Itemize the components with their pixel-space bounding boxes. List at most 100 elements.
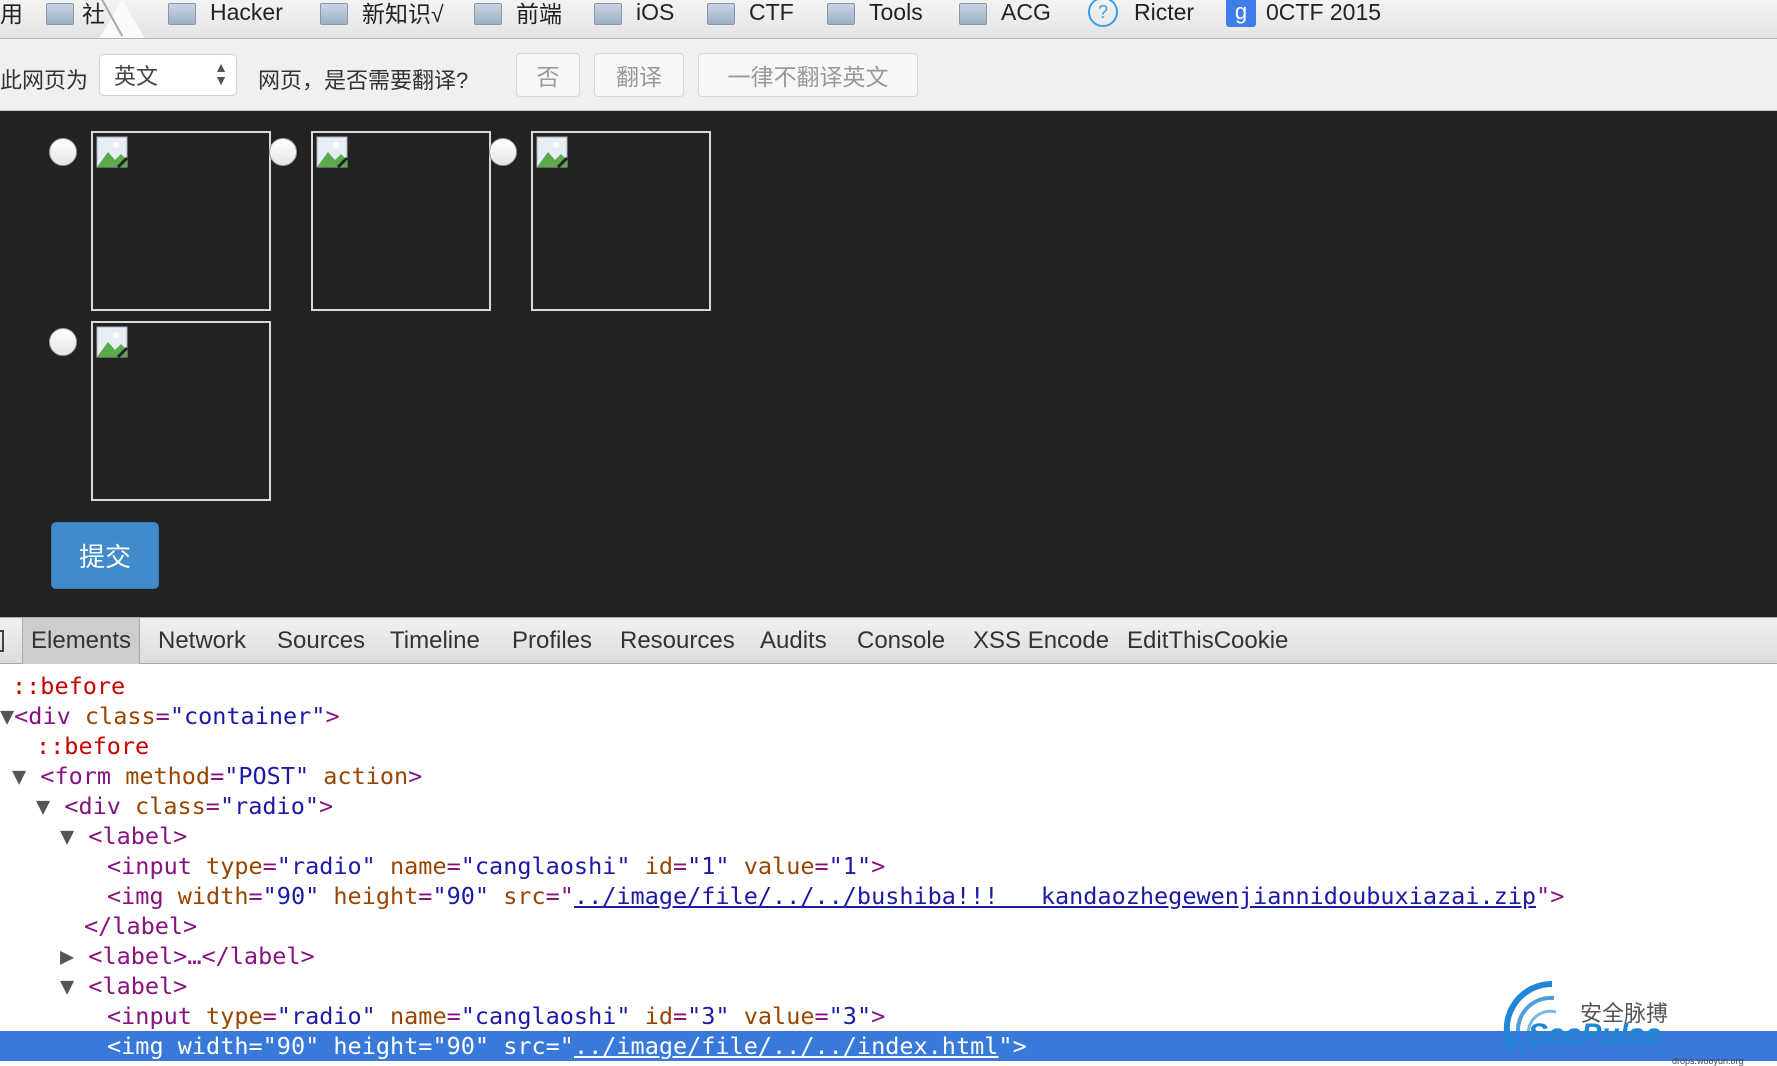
attr-value: "3"	[687, 1002, 730, 1030]
tag-open: <img	[107, 1032, 178, 1060]
tag-close: >	[319, 792, 334, 820]
tree-node-label-1[interactable]: ▼ <label>	[0, 821, 1777, 851]
attr-name: width	[177, 1032, 249, 1060]
expand-triangle-icon[interactable]: ▼	[60, 972, 88, 1000]
folder-icon	[825, 1, 855, 25]
tag-open: <form	[40, 762, 126, 790]
bookmark-tools[interactable]: Tools	[825, 0, 923, 25]
tag-open: <input	[107, 1002, 207, 1030]
translate-button[interactable]: 翻译	[594, 53, 684, 97]
attr-value: "90"	[432, 882, 490, 910]
tree-node-before-2[interactable]: ::before	[0, 731, 1777, 761]
attr-name: class	[135, 792, 206, 820]
attr-name: value	[743, 852, 815, 880]
submit-button[interactable]: 提交	[51, 522, 159, 589]
tree-node-label-2[interactable]: ▶ <label>…</label>	[0, 941, 1777, 971]
translate-prefix: 此网页为	[0, 68, 89, 93]
attr-value: "1"	[828, 852, 872, 880]
tab-xss-encode[interactable]: XSS Encode	[973, 618, 1109, 664]
folder-icon	[592, 1, 622, 25]
tab-resources[interactable]: Resources	[620, 618, 735, 664]
broken-image-icon	[316, 136, 348, 168]
image-option-4[interactable]	[91, 321, 271, 501]
bookmark-ricter[interactable]: ? Ricter	[1088, 0, 1195, 27]
attr-name: id	[644, 852, 673, 880]
language-select[interactable]: 英文 ▲ ▼	[99, 54, 237, 96]
attr-name: height	[333, 1032, 419, 1060]
tab-profiles[interactable]: Profiles	[512, 618, 592, 664]
attr-value: "canglaoshi"	[460, 1002, 631, 1030]
bookmark-ios[interactable]: iOS	[592, 0, 675, 25]
language-select-value: 英文	[114, 64, 159, 89]
bookmark-partial-left-label: 用	[0, 1, 23, 27]
bookmark-acg[interactable]: ACG	[957, 0, 1051, 25]
src-link[interactable]: ../image/file/../../bushiba!!! kandaozhe…	[574, 882, 1536, 910]
expand-triangle-icon[interactable]: ▼	[0, 702, 14, 730]
tab-elements[interactable]: Elements	[22, 618, 141, 664]
radio-option-3[interactable]	[489, 138, 517, 166]
collapse-triangle-icon[interactable]: ▶	[60, 942, 88, 970]
tag-open: <label>	[88, 972, 188, 1000]
bookmark-label: Ricter	[1134, 0, 1195, 25]
tag-open: <input	[107, 852, 207, 880]
no-button[interactable]: 否	[516, 53, 580, 97]
tag-close: >	[408, 762, 423, 790]
folder-icon	[957, 1, 987, 25]
radio-option-2[interactable]	[269, 138, 297, 166]
attr-name: src	[503, 882, 546, 910]
tag-close: >	[1550, 882, 1565, 910]
bookmark-label: ACG	[1001, 0, 1051, 25]
tree-node-label-1-close[interactable]: </label>	[0, 911, 1777, 941]
expand-triangle-icon[interactable]: ▼	[60, 822, 88, 850]
radio-option-1[interactable]	[49, 138, 77, 166]
tag-close: >	[871, 1002, 886, 1030]
tree-node-form[interactable]: ▼ <form method="POST" action>	[0, 761, 1777, 791]
attr-name: id	[644, 1002, 673, 1030]
bookmark-ctf[interactable]: CTF	[705, 0, 794, 25]
bookmark-qianduan[interactable]: 前端	[472, 0, 562, 27]
tree-node-container[interactable]: ▼<div class="container">	[0, 701, 1777, 731]
tree-node-img-1[interactable]: <img width="90" height="90" src="../imag…	[0, 881, 1777, 911]
bookmarks-bar: 用 社 Hacker 新知识√ 前端 iOS CTF Tools ACG ? R…	[0, 0, 1777, 39]
tab-network[interactable]: Network	[158, 618, 246, 664]
tab-editthiscookie[interactable]: EditThisCookie	[1127, 618, 1288, 664]
bookmark-partial-second[interactable]: 社	[44, 0, 105, 27]
tag-open: <img	[107, 882, 178, 910]
image-option-1[interactable]	[91, 131, 271, 311]
bookmark-label: iOS	[636, 0, 675, 25]
attr-name: type	[206, 852, 263, 880]
bookmark-0ctf[interactable]: g 0CTF 2015	[1226, 0, 1381, 27]
pseudo-before-label: ::before	[12, 672, 126, 700]
image-option-2[interactable]	[311, 131, 491, 311]
tab-timeline[interactable]: Timeline	[390, 618, 480, 664]
folder-icon	[166, 1, 196, 25]
src-link[interactable]: ../image/file/../../index.html	[574, 1032, 998, 1060]
bookmark-xinzhishi[interactable]: 新知识√	[318, 0, 444, 27]
folder-icon	[472, 1, 502, 25]
expand-triangle-icon[interactable]: ▼	[12, 762, 40, 790]
bookmark-partial-left[interactable]: 用	[0, 0, 23, 27]
never-translate-button[interactable]: 一律不翻译英文	[698, 53, 918, 97]
tab-audits[interactable]: Audits	[760, 618, 827, 664]
image-option-3[interactable]	[531, 131, 711, 311]
radio-option-4[interactable]	[49, 328, 77, 356]
tab-sources[interactable]: Sources	[277, 618, 365, 664]
tree-node-input-1[interactable]: <input type="radio" name="canglaoshi" id…	[0, 851, 1777, 881]
tab-console[interactable]: Console	[857, 618, 945, 664]
tag-open: <div	[64, 792, 136, 820]
expand-triangle-icon[interactable]: ▼	[36, 792, 64, 820]
tree-node-before[interactable]: ::before	[0, 671, 1777, 701]
folder-icon	[44, 1, 74, 25]
broken-image-icon	[536, 136, 568, 168]
folder-icon	[705, 1, 735, 25]
tree-node-div-radio[interactable]: ▼ <div class="radio">	[0, 791, 1777, 821]
attr-value: "3"	[828, 1002, 872, 1030]
dock-icon[interactable]	[0, 630, 4, 652]
attr-value: "container"	[169, 702, 326, 730]
attr-value: "radio"	[276, 1002, 376, 1030]
bookmark-hacker[interactable]: Hacker	[166, 0, 283, 25]
pseudo-before-label: ::before	[36, 732, 150, 760]
attr-name: method	[125, 762, 211, 790]
attr-name: name	[390, 852, 447, 880]
devtools-tabbar: Elements Network Sources Timeline Profil…	[0, 617, 1777, 664]
